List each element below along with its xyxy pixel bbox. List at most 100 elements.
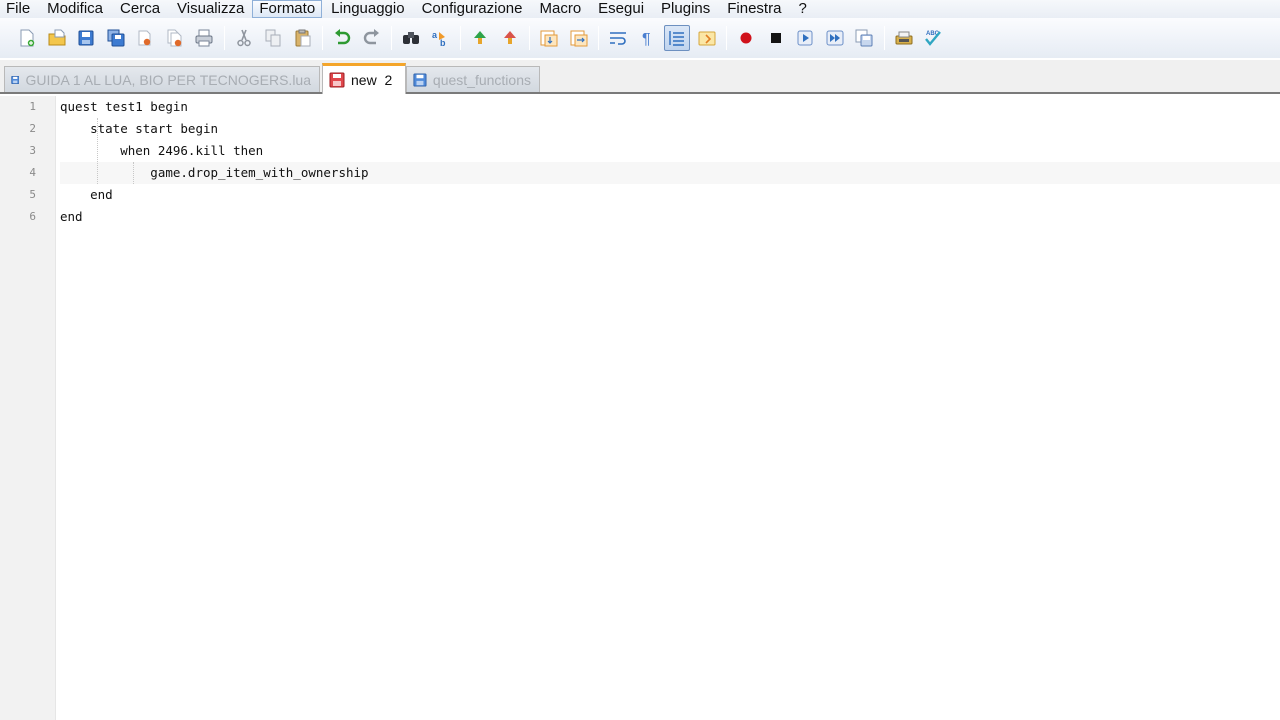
save-icon <box>78 30 94 46</box>
zoom-in-button[interactable] <box>467 25 493 51</box>
saved-file-icon <box>413 72 427 87</box>
svg-text:a: a <box>432 30 438 40</box>
sync-horizontal-icon <box>570 30 587 47</box>
indent-guide <box>97 118 98 184</box>
indent-guide-button[interactable] <box>664 25 690 51</box>
paste-icon <box>295 29 310 47</box>
toolbar: ab ¶ ABC <box>0 18 1280 58</box>
line-number: 1 <box>29 100 36 113</box>
line-number: 2 <box>29 122 36 135</box>
undo-icon <box>335 29 351 45</box>
menu-bar: File Modifica Cerca Visualizza Formato L… <box>0 0 1280 18</box>
print-icon <box>195 29 213 47</box>
code-line[interactable]: when 2496.kill then <box>60 140 1280 162</box>
indent-guide-icon <box>669 31 684 46</box>
replace-icon: ab <box>432 30 446 48</box>
new-file-button[interactable] <box>14 25 40 51</box>
print-button[interactable] <box>191 25 217 51</box>
toolbar-separator <box>883 26 885 50</box>
close-all-button[interactable] <box>162 25 188 51</box>
tab-label: new 2 <box>351 72 393 88</box>
line-number: 5 <box>29 188 36 201</box>
copy-button[interactable] <box>260 25 286 51</box>
cut-icon <box>236 29 251 47</box>
menu-finestra[interactable]: Finestra <box>718 0 789 18</box>
code-editor[interactable]: 1 2 3 4 5 6 quest test1 begin state star… <box>0 96 1280 720</box>
sync-horizontal-button[interactable] <box>566 25 592 51</box>
saved-file-icon <box>11 75 20 84</box>
toolbar-separator <box>598 26 599 50</box>
user-defined-lang-button[interactable] <box>694 25 720 51</box>
menu-modifica[interactable]: Modifica <box>38 0 111 18</box>
macro-save-button[interactable] <box>851 25 877 51</box>
spell-check-icon: ABC <box>925 31 941 46</box>
unsaved-file-icon <box>329 72 345 88</box>
sync-vertical-button[interactable] <box>536 25 562 51</box>
word-wrap-button[interactable] <box>605 25 631 51</box>
line-number: 3 <box>29 144 36 157</box>
save-button[interactable] <box>73 25 99 51</box>
menu-plugins[interactable]: Plugins <box>652 0 718 18</box>
menu-visualizza[interactable]: Visualizza <box>168 0 252 18</box>
find-button[interactable] <box>398 25 424 51</box>
redo-icon <box>363 29 379 45</box>
close-button[interactable] <box>132 25 158 51</box>
open-file-button[interactable] <box>44 25 70 51</box>
macro-record-button[interactable] <box>733 25 759 51</box>
spell-check-button[interactable]: ABC <box>920 25 946 51</box>
paste-button[interactable] <box>290 25 316 51</box>
show-all-chars-icon: ¶ <box>642 31 651 48</box>
redo-button[interactable] <box>359 25 385 51</box>
toolbar-separator <box>460 26 461 50</box>
find-icon <box>403 32 419 44</box>
cut-button[interactable] <box>231 25 257 51</box>
tab-label: GUIDA 1 AL LUA, BIO PER TECNOGERS.lua <box>25 71 311 88</box>
new-file-icon <box>20 29 35 47</box>
menu-cerca[interactable]: Cerca <box>111 0 168 18</box>
toolbar-separator <box>223 26 225 50</box>
zoom-in-icon <box>474 31 486 44</box>
menu-help[interactable]: ? <box>789 0 814 18</box>
code-line[interactable]: quest test1 begin <box>60 96 1280 118</box>
macro-play-icon <box>797 30 813 46</box>
current-code-line[interactable]: game.drop_item_with_ownership <box>60 162 1280 184</box>
tab-quest-functions[interactable]: quest_functions <box>406 66 540 92</box>
code-line[interactable]: end <box>60 184 1280 206</box>
save-all-button[interactable] <box>103 25 129 51</box>
undo-button[interactable] <box>329 25 355 51</box>
macro-stop-icon <box>770 33 781 43</box>
macro-play-button[interactable] <box>792 25 818 51</box>
menu-configurazione[interactable]: Configurazione <box>413 0 531 18</box>
macro-run-multiple-button[interactable] <box>822 25 848 51</box>
zoom-out-button[interactable] <box>497 25 523 51</box>
sync-vertical-icon <box>540 30 558 47</box>
macro-record-icon <box>740 32 752 44</box>
menu-linguaggio[interactable]: Linguaggio <box>322 0 412 18</box>
user-defined-lang-icon <box>698 31 715 46</box>
close-all-icon <box>167 29 181 47</box>
svg-text:¶: ¶ <box>642 31 651 48</box>
code-line[interactable]: state start begin <box>60 118 1280 140</box>
macro-stop-button[interactable] <box>763 25 789 51</box>
menu-formato[interactable]: Formato <box>252 0 323 18</box>
menu-file[interactable]: File <box>0 0 38 18</box>
macro-save-icon <box>855 29 873 47</box>
toolbar-separator <box>726 26 727 50</box>
code-line[interactable]: end <box>60 206 1280 228</box>
show-all-chars-button[interactable]: ¶ <box>635 25 661 51</box>
line-number: 6 <box>29 210 36 223</box>
macro-run-multiple-icon <box>826 30 843 46</box>
zoom-out-icon <box>503 31 516 44</box>
tab-new-2[interactable]: new 2 <box>322 63 406 94</box>
copy-icon <box>265 29 281 47</box>
tab-guida-lua[interactable]: GUIDA 1 AL LUA, BIO PER TECNOGERS.lua <box>4 66 320 92</box>
plugin-button[interactable] <box>891 25 917 51</box>
svg-text:b: b <box>440 38 446 48</box>
open-file-icon <box>48 29 65 46</box>
menu-esegui[interactable]: Esegui <box>589 0 652 18</box>
close-icon <box>138 30 151 46</box>
replace-button[interactable]: ab <box>428 25 454 51</box>
menu-macro[interactable]: Macro <box>530 0 589 18</box>
line-number: 4 <box>29 166 36 179</box>
tab-label: quest_functions <box>432 71 531 88</box>
